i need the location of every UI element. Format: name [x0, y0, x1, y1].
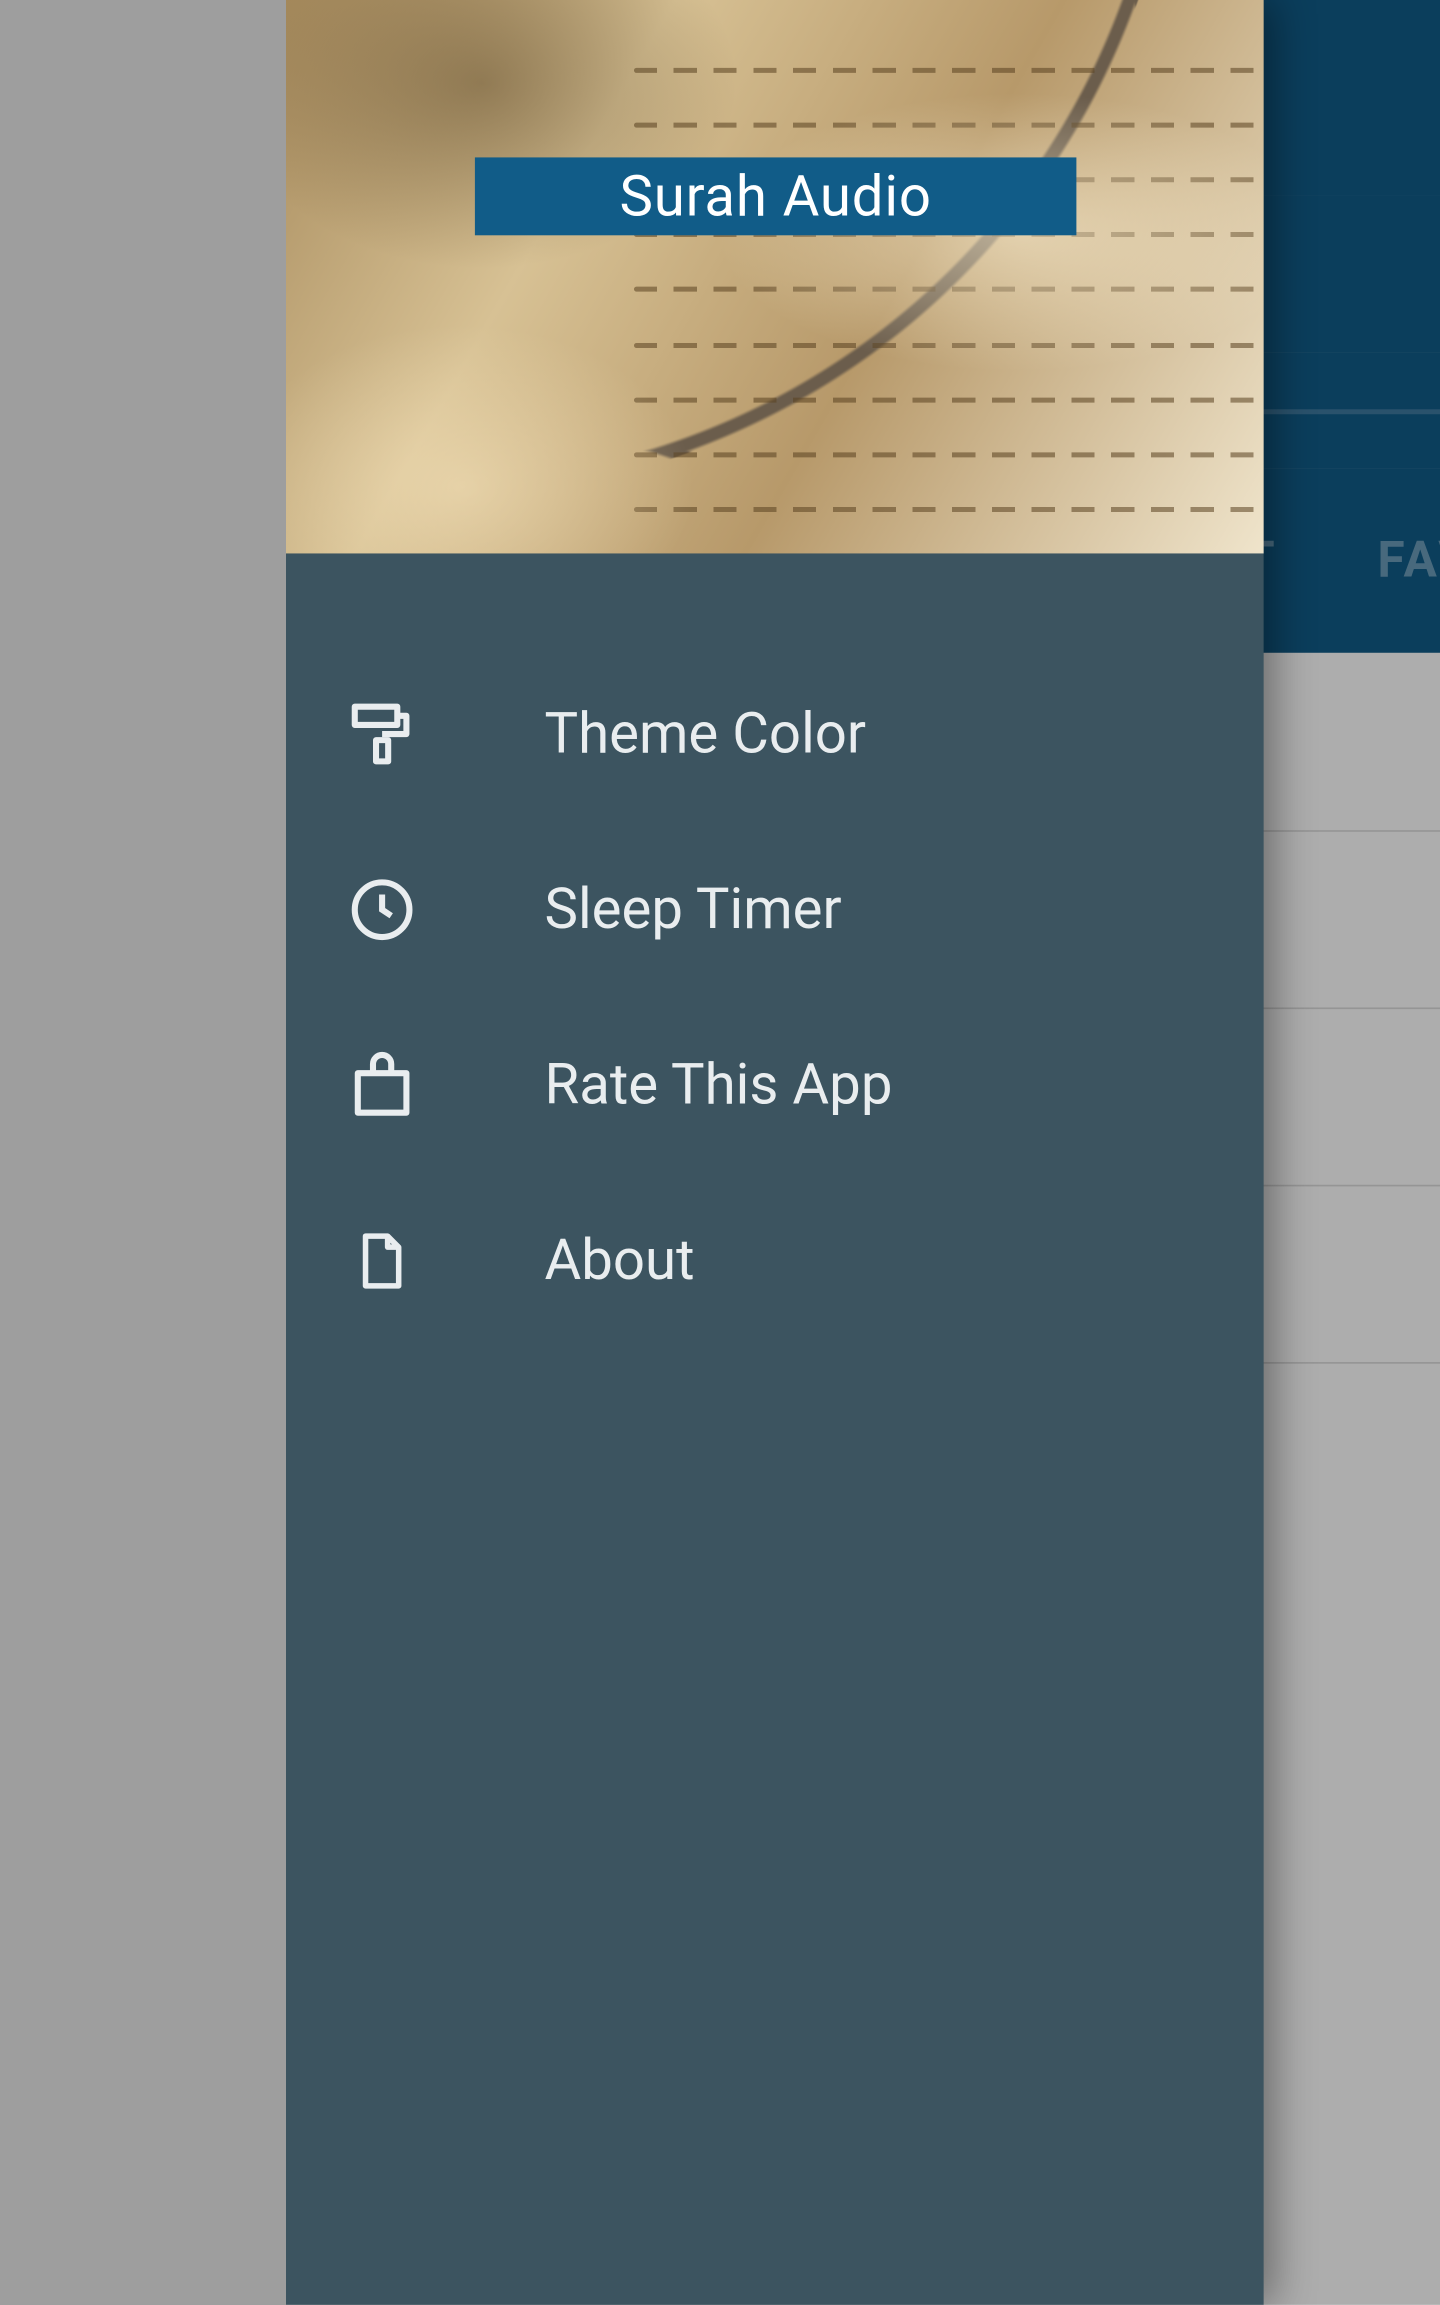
- menu-item-label: Theme Color: [544, 701, 866, 767]
- menu-item-rate-app[interactable]: Rate This App: [286, 998, 1264, 1174]
- menu-item-sleep-timer[interactable]: Sleep Timer: [286, 822, 1264, 998]
- menu-item-label: Sleep Timer: [544, 877, 841, 943]
- clock-icon: [345, 873, 418, 946]
- bag-icon: [345, 1049, 418, 1122]
- navigation-drawer: Surah Audio Theme Color Sleep Timer Rate: [286, 0, 1264, 2305]
- drawer-header: Surah Audio: [286, 0, 1264, 553]
- menu-item-label: About: [544, 1228, 694, 1294]
- drawer-title: Surah Audio: [474, 157, 1075, 235]
- file-icon: [345, 1225, 418, 1298]
- tab-favorites[interactable]: FAVORITES: [1377, 532, 1440, 590]
- paint-roller-icon: [345, 698, 418, 771]
- menu-item-theme-color[interactable]: Theme Color: [286, 646, 1264, 822]
- drawer-menu: Theme Color Sleep Timer Rate This App Ab…: [286, 553, 1264, 1348]
- menu-item-about[interactable]: About: [286, 1173, 1264, 1349]
- menu-item-label: Rate This App: [544, 1052, 892, 1118]
